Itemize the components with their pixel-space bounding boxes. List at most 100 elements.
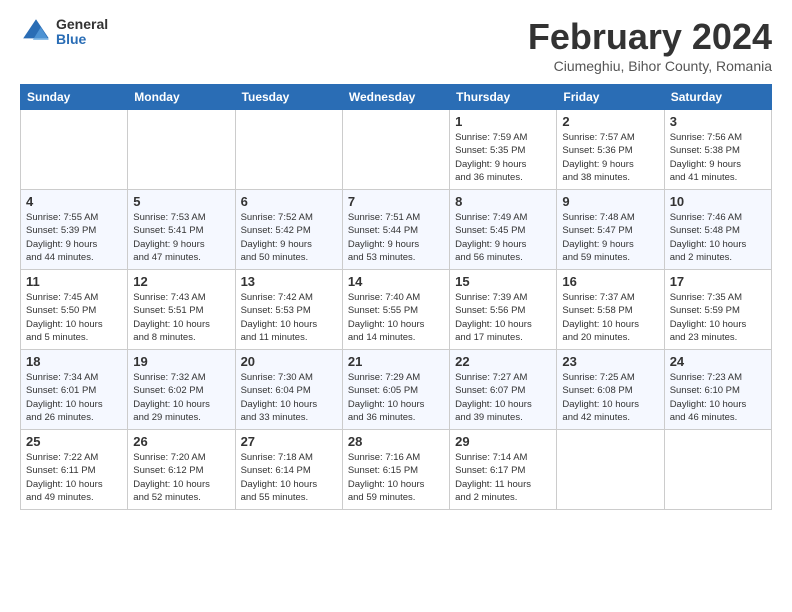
calendar-cell: [342, 110, 449, 190]
col-header-tuesday: Tuesday: [235, 85, 342, 110]
day-number: 9: [562, 194, 658, 209]
day-number: 12: [133, 274, 229, 289]
day-number: 11: [26, 274, 122, 289]
calendar-cell: 15 Sunrise: 7:39 AM Sunset: 5:56 PM Dayli…: [450, 270, 557, 350]
day-number: 24: [670, 354, 766, 369]
day-number: 10: [670, 194, 766, 209]
day-info: Sunrise: 7:52 AM Sunset: 5:42 PM Dayligh…: [241, 211, 337, 264]
day-info: Sunrise: 7:49 AM Sunset: 5:45 PM Dayligh…: [455, 211, 551, 264]
calendar-cell: 27 Sunrise: 7:18 AM Sunset: 6:14 PM Dayli…: [235, 430, 342, 510]
day-info: Sunrise: 7:34 AM Sunset: 6:01 PM Dayligh…: [26, 371, 122, 424]
day-info: Sunrise: 7:14 AM Sunset: 6:17 PM Dayligh…: [455, 451, 551, 504]
day-number: 1: [455, 114, 551, 129]
calendar-cell: [128, 110, 235, 190]
calendar-cell: 1Sunrise: 7:59 AM Sunset: 5:35 PM Daylig…: [450, 110, 557, 190]
calendar-cell: 29 Sunrise: 7:14 AM Sunset: 6:17 PM Dayli…: [450, 430, 557, 510]
logo-general-text: General: [56, 17, 108, 32]
col-header-sunday: Sunday: [21, 85, 128, 110]
col-header-wednesday: Wednesday: [342, 85, 449, 110]
page-header: General Blue February 2024 Ciumeghiu, Bi…: [20, 16, 772, 74]
calendar-cell: 23 Sunrise: 7:25 AM Sunset: 6:08 PM Dayli…: [557, 350, 664, 430]
calendar-cell: 20 Sunrise: 7:30 AM Sunset: 6:04 PM Dayli…: [235, 350, 342, 430]
day-number: 15: [455, 274, 551, 289]
day-number: 28: [348, 434, 444, 449]
day-info: Sunrise: 7:40 AM Sunset: 5:55 PM Dayligh…: [348, 291, 444, 344]
logo: General Blue: [20, 16, 108, 48]
calendar-cell: 28 Sunrise: 7:16 AM Sunset: 6:15 PM Dayli…: [342, 430, 449, 510]
day-info: Sunrise: 7:56 AM Sunset: 5:38 PM Dayligh…: [670, 131, 766, 184]
calendar-cell: 17 Sunrise: 7:35 AM Sunset: 5:59 PM Dayli…: [664, 270, 771, 350]
day-info: Sunrise: 7:18 AM Sunset: 6:14 PM Dayligh…: [241, 451, 337, 504]
day-info: Sunrise: 7:43 AM Sunset: 5:51 PM Dayligh…: [133, 291, 229, 344]
calendar-cell: 2Sunrise: 7:57 AM Sunset: 5:36 PM Daylig…: [557, 110, 664, 190]
day-info: Sunrise: 7:35 AM Sunset: 5:59 PM Dayligh…: [670, 291, 766, 344]
day-info: Sunrise: 7:53 AM Sunset: 5:41 PM Dayligh…: [133, 211, 229, 264]
day-info: Sunrise: 7:42 AM Sunset: 5:53 PM Dayligh…: [241, 291, 337, 344]
calendar-cell: 12 Sunrise: 7:43 AM Sunset: 5:51 PM Dayli…: [128, 270, 235, 350]
calendar-cell: [21, 110, 128, 190]
day-number: 20: [241, 354, 337, 369]
day-info: Sunrise: 7:37 AM Sunset: 5:58 PM Dayligh…: [562, 291, 658, 344]
day-number: 4: [26, 194, 122, 209]
day-info: Sunrise: 7:57 AM Sunset: 5:36 PM Dayligh…: [562, 131, 658, 184]
calendar-subtitle: Ciumeghiu, Bihor County, Romania: [528, 58, 772, 74]
logo-blue-text: Blue: [56, 32, 108, 47]
day-number: 22: [455, 354, 551, 369]
day-number: 13: [241, 274, 337, 289]
day-number: 18: [26, 354, 122, 369]
calendar-cell: 22 Sunrise: 7:27 AM Sunset: 6:07 PM Dayli…: [450, 350, 557, 430]
calendar-cell: 21 Sunrise: 7:29 AM Sunset: 6:05 PM Dayli…: [342, 350, 449, 430]
week-row-1: 1Sunrise: 7:59 AM Sunset: 5:35 PM Daylig…: [21, 110, 772, 190]
day-number: 3: [670, 114, 766, 129]
day-number: 16: [562, 274, 658, 289]
day-info: Sunrise: 7:27 AM Sunset: 6:07 PM Dayligh…: [455, 371, 551, 424]
week-row-5: 25 Sunrise: 7:22 AM Sunset: 6:11 PM Dayli…: [21, 430, 772, 510]
day-info: Sunrise: 7:25 AM Sunset: 6:08 PM Dayligh…: [562, 371, 658, 424]
day-info: Sunrise: 7:29 AM Sunset: 6:05 PM Dayligh…: [348, 371, 444, 424]
day-number: 5: [133, 194, 229, 209]
day-info: Sunrise: 7:30 AM Sunset: 6:04 PM Dayligh…: [241, 371, 337, 424]
day-info: Sunrise: 7:39 AM Sunset: 5:56 PM Dayligh…: [455, 291, 551, 344]
day-number: 27: [241, 434, 337, 449]
calendar-cell: 18 Sunrise: 7:34 AM Sunset: 6:01 PM Dayli…: [21, 350, 128, 430]
calendar-cell: 19 Sunrise: 7:32 AM Sunset: 6:02 PM Dayli…: [128, 350, 235, 430]
title-section: February 2024 Ciumeghiu, Bihor County, R…: [528, 16, 772, 74]
calendar-cell: 14 Sunrise: 7:40 AM Sunset: 5:55 PM Dayli…: [342, 270, 449, 350]
calendar-cell: 4 Sunrise: 7:55 AM Sunset: 5:39 PM Daylig…: [21, 190, 128, 270]
day-info: Sunrise: 7:32 AM Sunset: 6:02 PM Dayligh…: [133, 371, 229, 424]
col-header-thursday: Thursday: [450, 85, 557, 110]
day-info: Sunrise: 7:55 AM Sunset: 5:39 PM Dayligh…: [26, 211, 122, 264]
day-info: Sunrise: 7:22 AM Sunset: 6:11 PM Dayligh…: [26, 451, 122, 504]
day-number: 25: [26, 434, 122, 449]
day-info: Sunrise: 7:16 AM Sunset: 6:15 PM Dayligh…: [348, 451, 444, 504]
day-number: 19: [133, 354, 229, 369]
calendar-cell: 6 Sunrise: 7:52 AM Sunset: 5:42 PM Daylig…: [235, 190, 342, 270]
day-number: 23: [562, 354, 658, 369]
day-info: Sunrise: 7:23 AM Sunset: 6:10 PM Dayligh…: [670, 371, 766, 424]
calendar-cell: 10 Sunrise: 7:46 AM Sunset: 5:48 PM Dayli…: [664, 190, 771, 270]
day-number: 21: [348, 354, 444, 369]
calendar-cell: 7Sunrise: 7:51 AM Sunset: 5:44 PM Daylig…: [342, 190, 449, 270]
day-info: Sunrise: 7:46 AM Sunset: 5:48 PM Dayligh…: [670, 211, 766, 264]
day-number: 17: [670, 274, 766, 289]
col-header-friday: Friday: [557, 85, 664, 110]
day-number: 6: [241, 194, 337, 209]
calendar-cell: 25 Sunrise: 7:22 AM Sunset: 6:11 PM Dayli…: [21, 430, 128, 510]
calendar-cell: 11 Sunrise: 7:45 AM Sunset: 5:50 PM Dayli…: [21, 270, 128, 350]
day-info: Sunrise: 7:45 AM Sunset: 5:50 PM Dayligh…: [26, 291, 122, 344]
week-row-3: 11 Sunrise: 7:45 AM Sunset: 5:50 PM Dayli…: [21, 270, 772, 350]
day-number: 7: [348, 194, 444, 209]
week-row-2: 4 Sunrise: 7:55 AM Sunset: 5:39 PM Daylig…: [21, 190, 772, 270]
day-number: 29: [455, 434, 551, 449]
calendar-cell: 9Sunrise: 7:48 AM Sunset: 5:47 PM Daylig…: [557, 190, 664, 270]
day-number: 14: [348, 274, 444, 289]
day-number: 26: [133, 434, 229, 449]
week-row-4: 18 Sunrise: 7:34 AM Sunset: 6:01 PM Dayli…: [21, 350, 772, 430]
calendar-cell: 5 Sunrise: 7:53 AM Sunset: 5:41 PM Daylig…: [128, 190, 235, 270]
calendar-title: February 2024: [528, 16, 772, 58]
calendar-cell: 26 Sunrise: 7:20 AM Sunset: 6:12 PM Dayli…: [128, 430, 235, 510]
calendar-cell: [235, 110, 342, 190]
day-info: Sunrise: 7:20 AM Sunset: 6:12 PM Dayligh…: [133, 451, 229, 504]
col-header-saturday: Saturday: [664, 85, 771, 110]
header-row: SundayMondayTuesdayWednesdayThursdayFrid…: [21, 85, 772, 110]
